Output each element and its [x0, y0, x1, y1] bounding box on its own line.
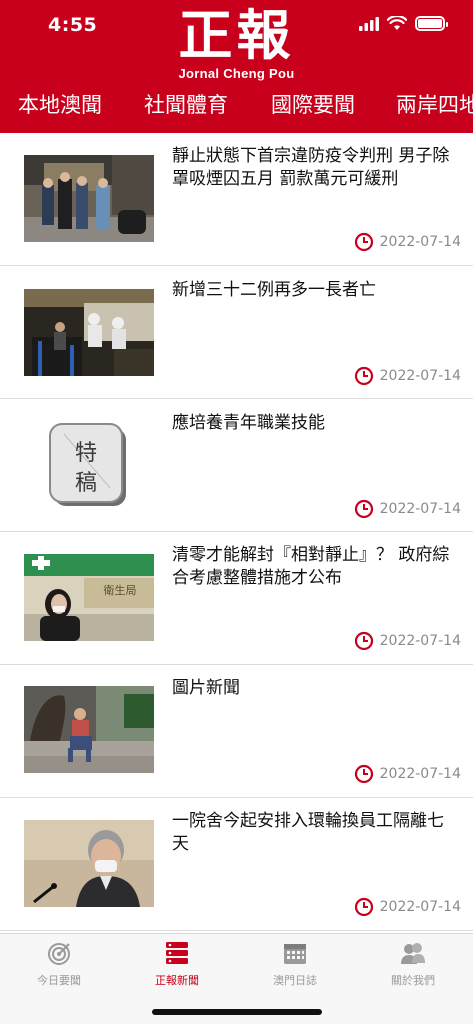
- police-scene-photo: [24, 155, 154, 242]
- article-item[interactable]: 圖片新聞 2022-07-14: [0, 665, 473, 798]
- tab-today-headlines[interactable]: 今日要聞: [0, 940, 118, 988]
- category-tab-society-sports[interactable]: 社聞體育: [144, 88, 228, 122]
- clock-icon: [354, 366, 373, 386]
- article-date: 2022-07-14: [379, 234, 461, 250]
- article-thumbnail: 特 稿: [24, 422, 154, 509]
- clock-icon: [354, 631, 373, 651]
- press-conference-photo: [24, 820, 154, 907]
- calendar-icon: [284, 944, 306, 964]
- street-photo: [24, 686, 154, 773]
- article-title: 應培養青年職業技能: [172, 413, 325, 433]
- article-list: 靜止狀態下首宗違防疫令判刑 男子除罩吸煙囚五月 罰款萬元可緩刑 2022-07-…: [0, 133, 473, 933]
- article-title: 一院舍今起安排入環輪換員工隔離七天: [172, 811, 444, 854]
- app-logo-subtitle: Jornal Cheng Pou: [178, 66, 295, 81]
- category-tab-local[interactable]: 本地澳聞: [18, 88, 102, 122]
- article-item[interactable]: 靜止狀態下首宗違防疫令判刑 男子除罩吸煙囚五月 罰款萬元可緩刑 2022-07-…: [0, 133, 473, 266]
- article-date: 2022-07-14: [379, 368, 461, 384]
- article-item[interactable]: 衛生局 清零才能解封『相對靜止』？ 政府綜合考慮整體措施才公布 2022-07-…: [0, 532, 473, 665]
- app-logo: 正報: [178, 3, 295, 67]
- category-tab-international[interactable]: 國際要聞: [271, 88, 355, 122]
- article-thumbnail: 衛生局: [24, 554, 154, 641]
- article-title: 新增三十二例再多一長者亡: [172, 280, 376, 300]
- category-tab-cross-strait[interactable]: 兩岸四地: [396, 88, 473, 122]
- article-meta: 2022-07-14: [354, 366, 461, 386]
- target-icon: [48, 943, 70, 965]
- article-item[interactable]: 新增三十二例再多一長者亡 2022-07-14: [0, 266, 473, 399]
- tab-about-us[interactable]: 關於我們: [354, 940, 472, 988]
- clock-icon: [354, 764, 373, 784]
- article-meta: 2022-07-14: [354, 499, 461, 519]
- health-bureau-photo: 衛生局: [24, 554, 154, 641]
- tab-macau-journal[interactable]: 澳門日誌: [236, 940, 354, 988]
- people-icon: [401, 943, 425, 964]
- category-tabs: 本地澳聞 社聞體育 國際要聞 兩岸四地: [0, 88, 473, 124]
- article-date: 2022-07-14: [379, 501, 461, 517]
- tab-cheng-pou-news[interactable]: 正報新聞: [118, 940, 236, 988]
- tab-label: 關於我們: [391, 974, 435, 987]
- article-item[interactable]: 特 稿 應培養青年職業技能 2022-07-14: [0, 399, 473, 532]
- tab-label: 今日要聞: [37, 974, 81, 987]
- article-meta: 2022-07-14: [354, 764, 461, 784]
- article-title: 清零才能解封『相對靜止』？ 政府綜合考慮整體措施才公布: [172, 545, 450, 588]
- tab-label: 澳門日誌: [273, 974, 317, 987]
- testing-station-photo: [24, 289, 154, 376]
- clock-icon: [354, 897, 373, 917]
- article-thumbnail: [24, 686, 154, 773]
- article-meta: 2022-07-14: [354, 631, 461, 651]
- news-stack-icon: [166, 942, 188, 964]
- article-thumbnail: [24, 820, 154, 907]
- article-title: 靜止狀態下首宗違防疫令判刑 男子除罩吸煙囚五月 罰款萬元可緩刑: [172, 146, 450, 189]
- feature-stamp-image: 特 稿: [24, 422, 154, 509]
- thumbnail-stamp-text-bottom: 稿: [75, 471, 97, 496]
- article-meta: 2022-07-14: [354, 232, 461, 252]
- home-indicator[interactable]: [152, 1009, 322, 1015]
- article-meta: 2022-07-14: [354, 897, 461, 917]
- thumbnail-stamp-text-top: 特: [75, 441, 97, 466]
- article-date: 2022-07-14: [379, 633, 461, 649]
- article-thumbnail: [24, 155, 154, 242]
- article-title: 圖片新聞: [172, 678, 240, 698]
- article-date: 2022-07-14: [379, 899, 461, 915]
- app-header: 4:55 正報 Jornal Cheng Pou 本地澳聞 社聞體育 國際要聞 …: [0, 0, 473, 133]
- article-item[interactable]: 一院舍今起安排入環輪換員工隔離七天 2022-07-14: [0, 798, 473, 931]
- article-thumbnail: [24, 289, 154, 376]
- thumbnail-sign-text: 衛生局: [104, 583, 137, 597]
- article-date: 2022-07-14: [379, 766, 461, 782]
- tab-label: 正報新聞: [155, 974, 199, 987]
- clock-icon: [354, 232, 373, 252]
- clock-icon: [354, 499, 373, 519]
